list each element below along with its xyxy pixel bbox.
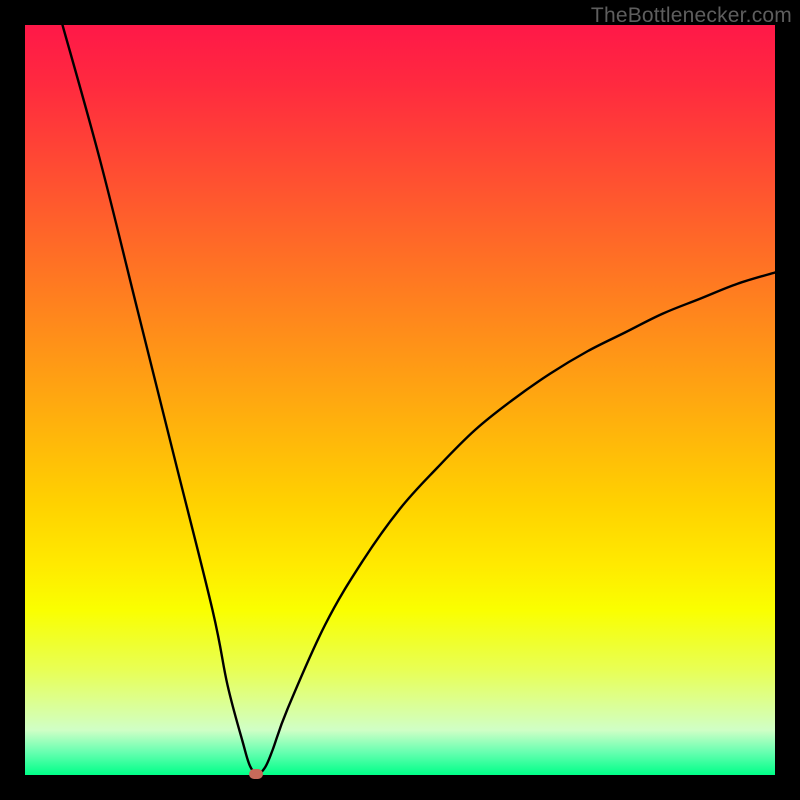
bottleneck-curve	[63, 25, 776, 774]
curve-svg	[25, 25, 775, 775]
minimum-marker	[249, 769, 263, 779]
chart-frame: TheBottlenecker.com	[0, 0, 800, 800]
plot-area	[25, 25, 775, 775]
watermark-text: TheBottlenecker.com	[591, 4, 792, 28]
